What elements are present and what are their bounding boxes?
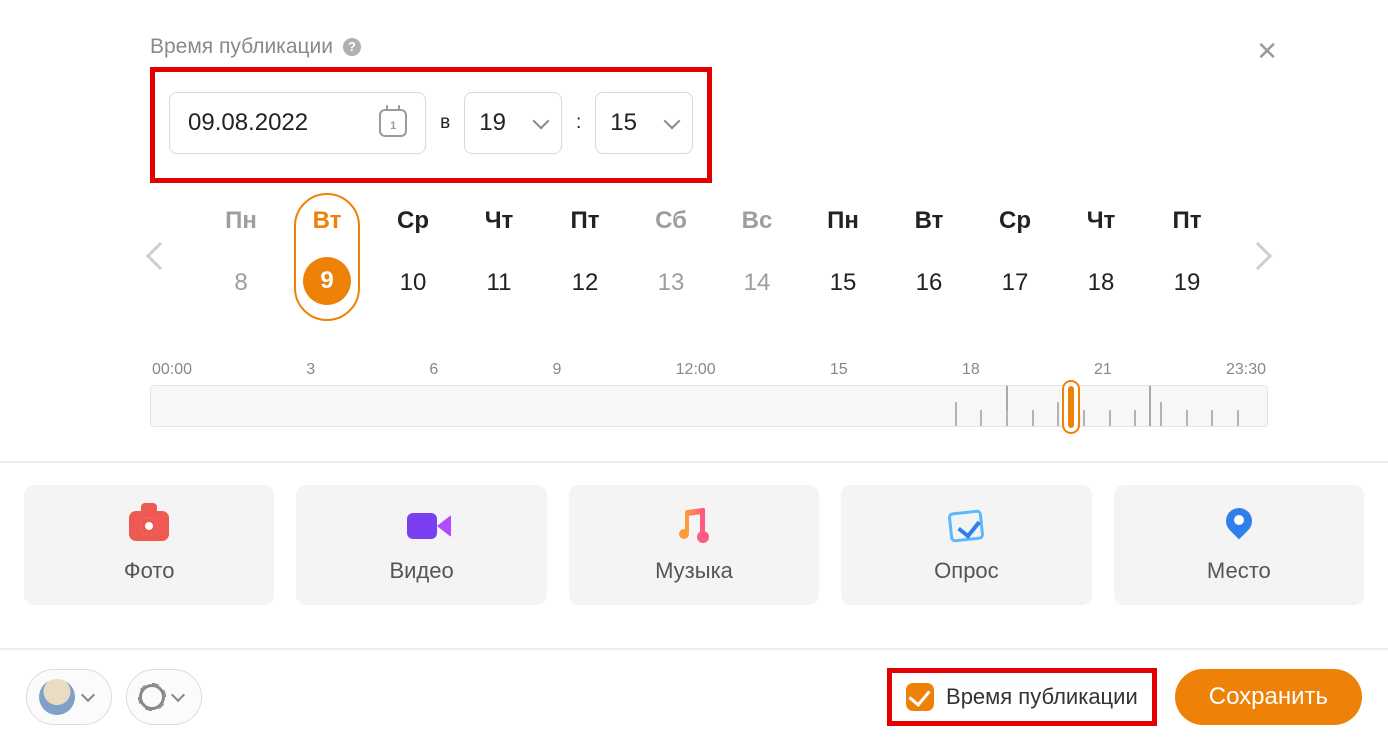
timeline-label: 6 bbox=[429, 361, 438, 379]
day-number: 15 bbox=[800, 269, 886, 297]
day-col[interactable]: Чт 11 bbox=[456, 207, 542, 305]
day-name: Ср bbox=[370, 207, 456, 235]
day-number: 10 bbox=[370, 269, 456, 297]
day-col[interactable]: Пн 8 bbox=[198, 207, 284, 305]
timeline-label: 23:30 bbox=[1226, 361, 1266, 379]
settings-selector[interactable] bbox=[126, 669, 202, 725]
timeline-label: 00:00 bbox=[152, 361, 192, 379]
next-days-button[interactable] bbox=[1244, 242, 1272, 270]
calendar-icon: 1 bbox=[379, 109, 407, 137]
attach-label: Место bbox=[1207, 558, 1271, 584]
publish-time-checkbox[interactable] bbox=[906, 683, 934, 711]
timeline-label: 18 bbox=[962, 361, 980, 379]
time-colon: : bbox=[576, 112, 581, 134]
author-selector[interactable] bbox=[26, 669, 112, 725]
timeline: 00:00 3 6 9 12:00 15 18 21 23:30 bbox=[150, 361, 1268, 427]
day-col[interactable]: Вт 16 bbox=[886, 207, 972, 305]
day-number: 12 bbox=[542, 269, 628, 297]
time-sep-word: в bbox=[440, 112, 450, 134]
date-value: 09.08.2022 bbox=[188, 109, 308, 137]
timeline-label: 9 bbox=[553, 361, 562, 379]
timeline-label: 21 bbox=[1094, 361, 1112, 379]
day-number: 8 bbox=[198, 269, 284, 297]
attach-label: Музыка bbox=[655, 558, 733, 584]
publish-time-checkbox-label: Время публикации bbox=[946, 684, 1138, 710]
day-col[interactable]: Пт 19 bbox=[1144, 207, 1230, 305]
poll-icon bbox=[946, 506, 986, 546]
publish-time-label: Время публикации bbox=[150, 35, 333, 59]
day-col[interactable]: Ср 17 bbox=[972, 207, 1058, 305]
day-col[interactable]: Ср 10 bbox=[370, 207, 456, 305]
attach-photo[interactable]: Фото bbox=[24, 485, 274, 605]
prev-days-button[interactable] bbox=[146, 242, 174, 270]
timeline-bar[interactable] bbox=[150, 385, 1268, 427]
footer-bar: Время публикации Сохранить bbox=[0, 648, 1388, 744]
day-name: Чт bbox=[1058, 207, 1144, 235]
timeline-label: 3 bbox=[306, 361, 315, 379]
close-icon[interactable]: ✕ bbox=[1256, 38, 1278, 64]
day-name: Ср bbox=[972, 207, 1058, 235]
timeline-labels: 00:00 3 6 9 12:00 15 18 21 23:30 bbox=[150, 361, 1268, 379]
datetime-highlight: 09.08.2022 1 в 19 : 15 bbox=[150, 67, 712, 183]
chevron-down-icon bbox=[81, 688, 95, 702]
chevron-down-icon bbox=[532, 113, 549, 130]
day-col[interactable]: Чт 18 bbox=[1058, 207, 1144, 305]
avatar-icon bbox=[39, 679, 75, 715]
day-name: Вс bbox=[714, 207, 800, 235]
day-col[interactable]: Вс 14 bbox=[714, 207, 800, 305]
day-name: Чт bbox=[456, 207, 542, 235]
attachment-row: Фото Видео Музыка Опрос Место bbox=[0, 463, 1388, 605]
hour-select[interactable]: 19 bbox=[464, 92, 562, 154]
timeline-label: 12:00 bbox=[676, 361, 716, 379]
chevron-down-icon bbox=[664, 113, 681, 130]
help-icon[interactable]: ? bbox=[343, 38, 361, 56]
date-input[interactable]: 09.08.2022 1 bbox=[169, 92, 426, 154]
day-name: Пн bbox=[800, 207, 886, 235]
day-name: Пт bbox=[1144, 207, 1230, 235]
day-col[interactable]: Пн 15 bbox=[800, 207, 886, 305]
day-col[interactable]: Пт 12 bbox=[542, 207, 628, 305]
day-name: Вт bbox=[886, 207, 972, 235]
day-number: 11 bbox=[456, 269, 542, 297]
music-icon bbox=[674, 506, 714, 546]
minute-select[interactable]: 15 bbox=[595, 92, 693, 154]
timeline-handle[interactable] bbox=[1064, 382, 1078, 432]
place-icon bbox=[1219, 506, 1259, 546]
video-icon bbox=[402, 506, 442, 546]
day-number: 17 bbox=[972, 269, 1058, 297]
day-strip: Пн8Вт9Ср10Чт11Пт12Сб13Вс14Пн15Вт16Ср17Чт… bbox=[150, 207, 1268, 305]
day-number: 18 bbox=[1058, 269, 1144, 297]
attach-label: Опрос bbox=[934, 558, 999, 584]
day-number: 13 bbox=[628, 269, 714, 297]
save-button-label: Сохранить bbox=[1209, 683, 1328, 711]
save-button[interactable]: Сохранить bbox=[1175, 669, 1362, 725]
publish-time-toggle-highlight: Время публикации bbox=[887, 668, 1157, 726]
day-number: 19 bbox=[1144, 269, 1230, 297]
day-col[interactable]: Сб 13 bbox=[628, 207, 714, 305]
day-name: Пт bbox=[542, 207, 628, 235]
attach-music[interactable]: Музыка bbox=[569, 485, 819, 605]
day-col[interactable]: Вт9 bbox=[284, 207, 370, 305]
attach-label: Фото bbox=[124, 558, 175, 584]
day-name: Пн bbox=[198, 207, 284, 235]
photo-icon bbox=[129, 506, 169, 546]
attach-video[interactable]: Видео bbox=[296, 485, 546, 605]
chevron-down-icon bbox=[171, 688, 185, 702]
attach-poll[interactable]: Опрос bbox=[841, 485, 1091, 605]
day-number: 14 bbox=[714, 269, 800, 297]
minute-value: 15 bbox=[610, 109, 637, 137]
day-number: 16 bbox=[886, 269, 972, 297]
hour-value: 19 bbox=[479, 109, 506, 137]
gear-icon bbox=[139, 684, 165, 710]
attach-place[interactable]: Место bbox=[1114, 485, 1364, 605]
day-name: Сб bbox=[628, 207, 714, 235]
attach-label: Видео bbox=[389, 558, 453, 584]
timeline-label: 15 bbox=[830, 361, 848, 379]
